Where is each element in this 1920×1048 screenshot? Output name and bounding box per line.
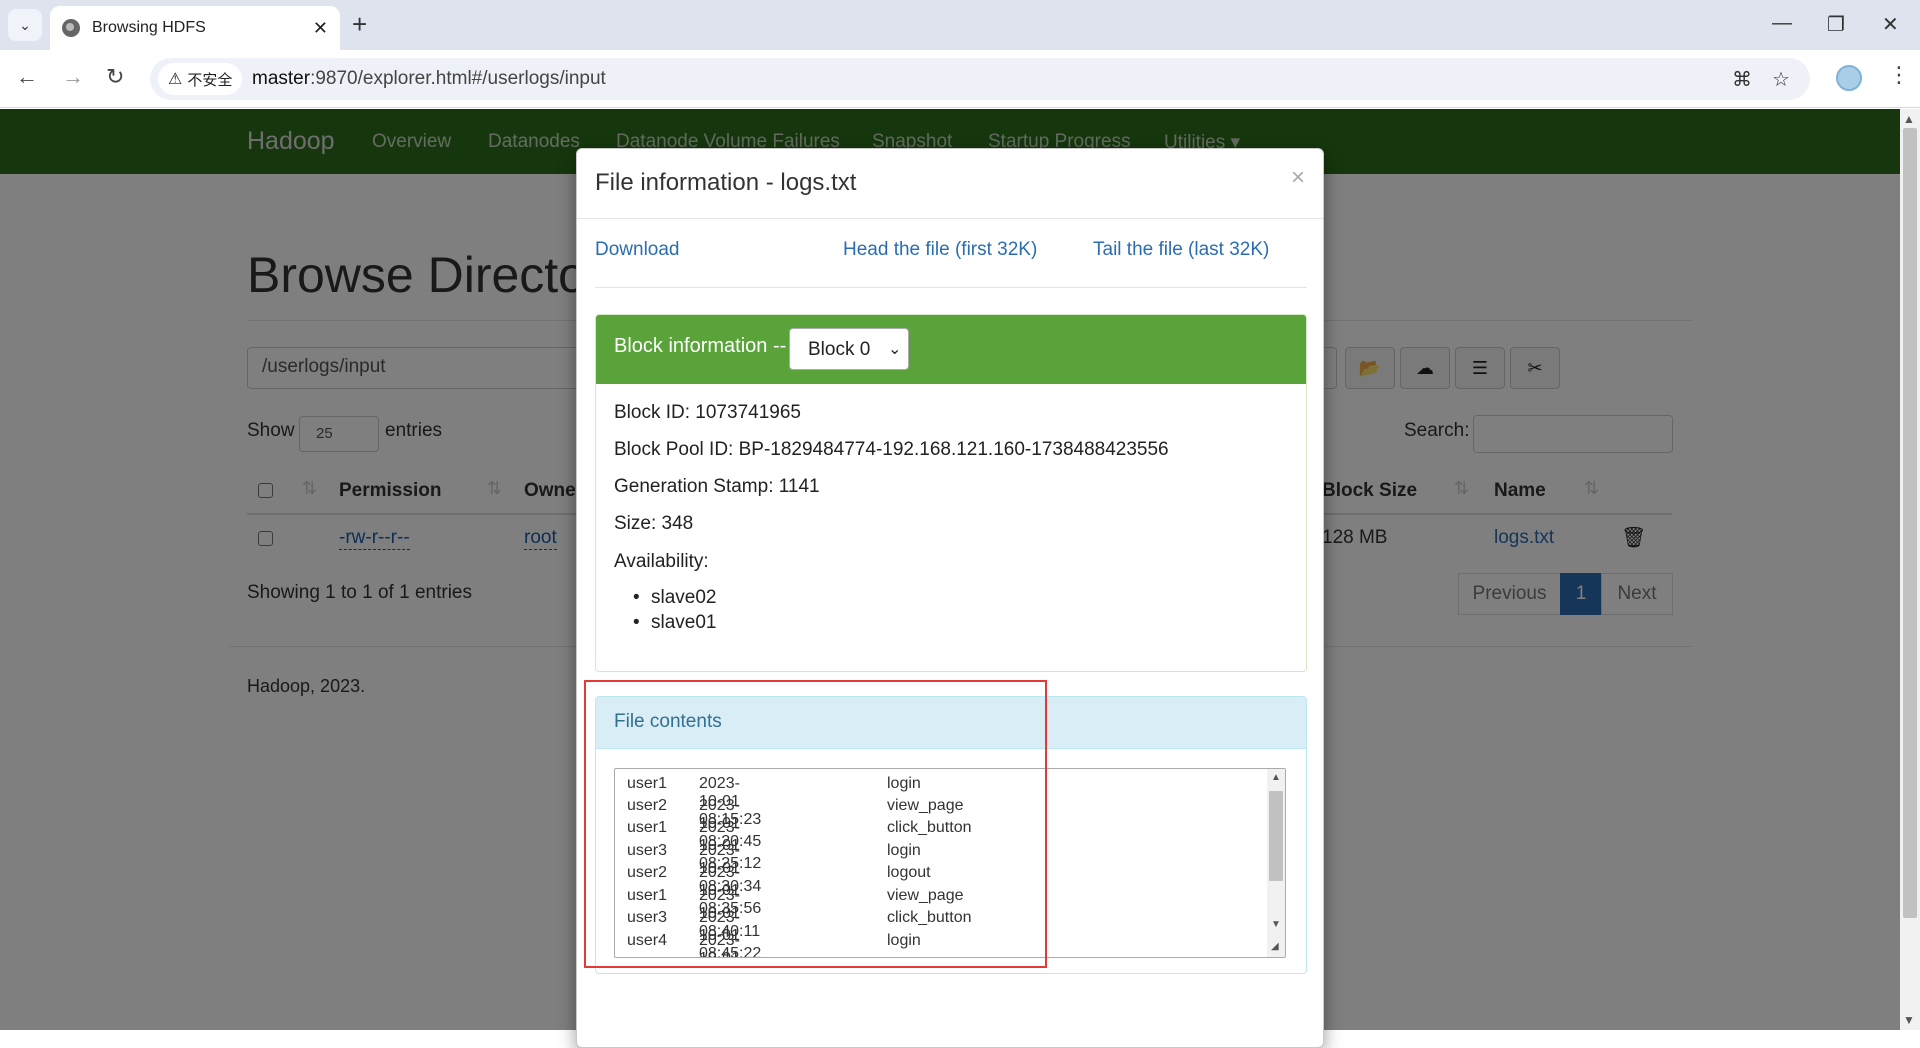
file-contents-textarea[interactable]: user1 2023-10-01 08:15:23 login user2 20… — [614, 768, 1286, 958]
chevron-down-icon: ⌄ — [19, 16, 31, 33]
url-path: :9870/explorer.html#/userlogs/input — [310, 68, 606, 89]
scroll-up-icon[interactable]: ▲ — [1271, 772, 1281, 783]
tail-file-link[interactable]: Tail the file (last 32K) — [1093, 239, 1269, 261]
back-icon[interactable]: ← — [16, 64, 38, 90]
log-action: login — [887, 842, 921, 859]
block-select-value: Block 0 — [808, 339, 871, 360]
modal-title: File information - logs.txt — [595, 169, 857, 196]
log-action: login — [887, 775, 921, 792]
download-link[interactable]: Download — [595, 239, 680, 261]
file-contents-panel: File contents user1 2023-10-01 08:15:23 … — [595, 696, 1307, 974]
omnibox[interactable]: ⚠ 不安全 master:9870/explorer.html#/userlog… — [150, 58, 1810, 100]
browser-tab-bar: ⌄ Browsing HDFS ✕ + — ❐ ✕ — [0, 0, 1920, 50]
browser-menu-icon[interactable]: ⋮ — [1888, 62, 1910, 88]
restore-icon[interactable]: ❐ — [1827, 12, 1845, 37]
warning-icon: ⚠ — [168, 71, 183, 88]
head-file-link[interactable]: Head the file (first 32K) — [843, 239, 1037, 261]
file-info-modal: File information - logs.txt × Download H… — [576, 148, 1324, 1048]
resize-handle-icon[interactable]: ◢ — [1271, 941, 1279, 952]
block-info-label: Block information -- — [614, 335, 787, 357]
bookmark-star-icon[interactable]: ☆ — [1772, 67, 1790, 92]
security-chip[interactable]: ⚠ 不安全 — [158, 63, 243, 95]
node-item: slave01 — [633, 612, 716, 634]
block-pool-id: Block Pool ID: BP-1829484774-192.168.121… — [614, 439, 1169, 460]
block-info-panel: Block information -- Block 0 ⌄ Block ID:… — [595, 314, 1307, 672]
browser-tab[interactable]: Browsing HDFS ✕ — [50, 6, 340, 50]
scroll-down-icon[interactable]: ▼ — [1903, 1013, 1915, 1027]
log-time: 2023-10-01 08:50:33 — [699, 932, 740, 957]
log-user: user1 — [627, 775, 668, 792]
availability-label: Availability: — [614, 551, 709, 572]
scroll-up-icon[interactable]: ▲ — [1903, 112, 1915, 126]
tab-close-icon[interactable]: ✕ — [313, 18, 328, 39]
log-action: click_button — [887, 819, 972, 836]
url-text[interactable]: master:9870/explorer.html#/userlogs/inpu… — [252, 68, 606, 90]
log-user: user3 — [627, 909, 668, 926]
log-user: user4 — [627, 932, 668, 949]
globe-icon — [62, 19, 80, 37]
modal-close-button[interactable]: × — [1291, 164, 1305, 192]
forward-icon[interactable]: → — [62, 64, 84, 90]
log-action: login — [887, 932, 921, 949]
translate-icon[interactable]: ⌘ — [1732, 67, 1752, 92]
url-host: master — [252, 68, 311, 89]
chevron-down-icon: ⌄ — [888, 341, 902, 358]
tab-title: Browsing HDFS — [92, 19, 206, 36]
address-bar: ← → ↻ ⚠ 不安全 master:9870/explorer.html#/u… — [0, 50, 1920, 108]
block-id: Block ID: 1073741965 — [614, 402, 801, 423]
block-select[interactable]: Block 0 ⌄ — [789, 328, 909, 370]
modal-divider — [595, 287, 1307, 288]
log-user: user3 — [627, 842, 668, 859]
tab-search-button[interactable]: ⌄ — [8, 9, 42, 41]
log-action: view_page — [887, 887, 964, 904]
new-tab-button[interactable]: + — [352, 10, 367, 38]
scroll-down-icon[interactable]: ▼ — [1271, 919, 1281, 930]
log-user: user1 — [627, 887, 668, 904]
block-size: Size: 348 — [614, 513, 694, 534]
textarea-scrollbar-thumb[interactable] — [1269, 791, 1283, 881]
profile-avatar[interactable] — [1836, 65, 1862, 91]
log-user: user1 — [627, 819, 668, 836]
log-action: logout — [887, 864, 931, 881]
file-contents-header: File contents — [596, 697, 1306, 749]
file-contents-label: File contents — [614, 711, 722, 732]
node-item: slave02 — [633, 587, 716, 609]
reload-icon[interactable]: ↻ — [106, 64, 124, 90]
page-scrollbar-thumb[interactable] — [1903, 128, 1917, 918]
window-close-icon[interactable]: ✕ — [1882, 12, 1899, 37]
block-info-header: Block information -- Block 0 ⌄ — [596, 315, 1306, 384]
log-action: view_page — [887, 797, 964, 814]
security-label: 不安全 — [187, 71, 233, 89]
log-user: user2 — [627, 797, 668, 814]
modal-header: File information - logs.txt × — [577, 149, 1323, 219]
log-user: user2 — [627, 864, 668, 881]
log-action: click_button — [887, 909, 972, 926]
minimize-icon[interactable]: — — [1772, 12, 1792, 35]
generation-stamp: Generation Stamp: 1141 — [614, 476, 820, 497]
